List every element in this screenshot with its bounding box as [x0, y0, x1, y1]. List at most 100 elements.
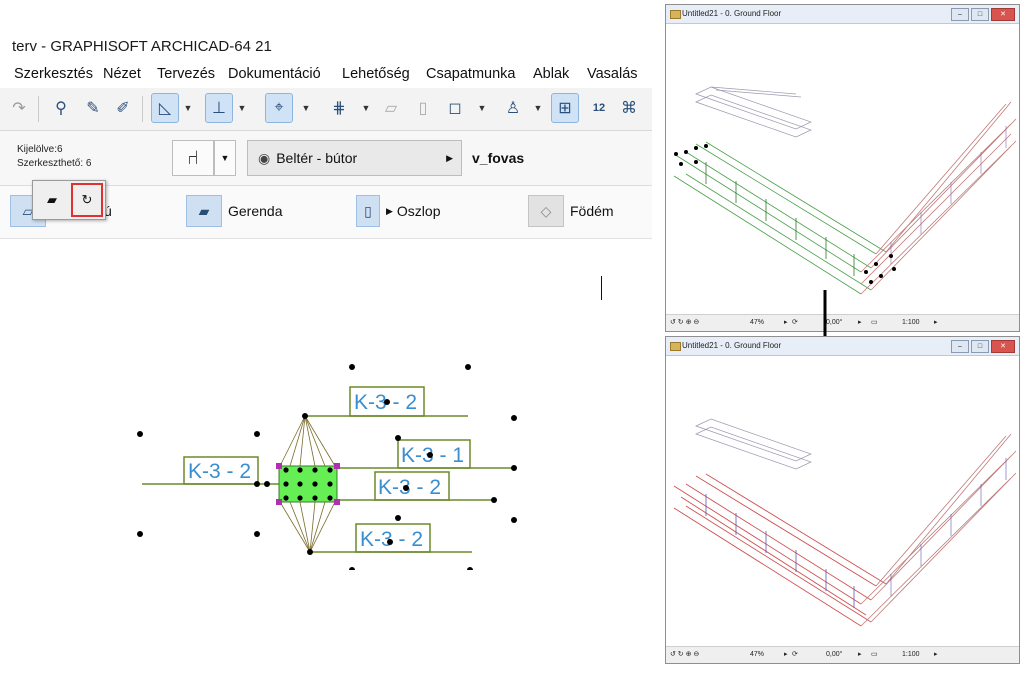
- scale-value[interactable]: 1:100: [902, 647, 920, 663]
- text-cursor: [601, 276, 602, 300]
- plane-icon[interactable]: ▱: [378, 94, 404, 122]
- chevron-down-icon[interactable]: ▼: [532, 94, 544, 122]
- archicad-window: terv - GRAPHISOFT ARCHICAD-64 21 Szerkes…: [0, 0, 652, 240]
- menu-bar: Szerkesztés Nézet Tervezés Dokumentáció …: [0, 64, 652, 88]
- beam-icon: ▰: [186, 195, 222, 227]
- chevron-down-icon[interactable]: ▼: [360, 94, 372, 122]
- editable-count: Szerkeszthető: 6: [17, 158, 92, 169]
- guide-lines-icon[interactable]: ◺: [151, 93, 179, 123]
- menu-teamwork[interactable]: Csapatmunka: [426, 66, 515, 82]
- object-settings-button[interactable]: ⑁: [172, 140, 214, 176]
- 3d-window-title: Untitled21 - 0. Ground Floor: [682, 341, 782, 350]
- rebar-layout-icon[interactable]: ⊞: [551, 93, 579, 123]
- redo-icon[interactable]: ↷: [6, 94, 32, 122]
- layer-select-value: Beltér - bútor: [276, 150, 358, 166]
- inject-parameters-icon[interactable]: ✐: [110, 94, 136, 122]
- maximize-button[interactable]: □: [971, 8, 989, 21]
- rebar-label[interactable]: K-3 - 2: [188, 460, 251, 483]
- 3d-window-after: Untitled21 - 0. Ground Floor ‒ □ ✕ ↺ ↻ ⊕…: [665, 336, 1020, 664]
- 3d-status-bar: ↺ ↻ ⊕ ⊖ 47% ▸ ⟳ 0,00° ▸ ▭ 1:100 ▸: [666, 646, 1019, 663]
- dimension-icon[interactable]: 12: [584, 94, 614, 122]
- chevron-right-icon[interactable]: ▸: [858, 647, 862, 663]
- maximize-button[interactable]: □: [971, 340, 989, 353]
- scale-icon[interactable]: ▭: [871, 315, 878, 331]
- tool-beam[interactable]: ▰ Gerenda: [186, 195, 283, 227]
- floor-plan-drawing: K-3 - 2 K-3 - 2 K-3 - 1 K-3 - 2 K-3 - 2: [137, 364, 517, 570]
- pick-up-parameters-icon[interactable]: ✎: [80, 94, 106, 122]
- chevron-right-icon[interactable]: ▸: [784, 647, 788, 663]
- chevron-right-icon: ▶: [386, 205, 393, 216]
- 3d-window-titlebar: Untitled21 - 0. Ground Floor ‒ □ ✕: [666, 337, 1019, 356]
- menu-documentation[interactable]: Dokumentáció: [228, 66, 321, 82]
- eye-icon: ◉: [258, 149, 271, 166]
- node-icon[interactable]: ⌘: [616, 94, 642, 122]
- zoom-level[interactable]: 47%: [750, 315, 764, 331]
- tool-label: Födém: [570, 203, 614, 219]
- 3d-status-bar: ↺ ↻ ⊕ ⊖ 47% ▸ ⟳ 0,00° ▸ ▭ 1:100 ▸: [666, 314, 1019, 331]
- rebar-label[interactable]: K-3 - 2: [378, 476, 441, 499]
- 3d-viewport[interactable]: [666, 356, 1019, 647]
- tool-label: Oszlop: [396, 203, 441, 219]
- layer-select[interactable]: ◉ Beltér - bútor ▶: [247, 140, 462, 176]
- chevron-right-icon[interactable]: ▸: [934, 647, 938, 663]
- rebar-cage-3d-model: [673, 418, 1017, 627]
- window-title: terv - GRAPHISOFT ARCHICAD-64 21: [12, 38, 272, 55]
- menu-edit[interactable]: Szerkesztés: [14, 66, 93, 82]
- chevron-down-icon[interactable]: ▼: [182, 94, 194, 122]
- xy-input-icon[interactable]: ⌖: [265, 93, 293, 123]
- info-box: Kijelölve:6 Szerkeszthető: 6 ⑁ ▼ ◉ Belté…: [0, 131, 652, 186]
- rebar-cage-3d-model: [673, 86, 1017, 295]
- 3d-window-before: Untitled21 - 0. Ground Floor ‒ □ ✕ ↺ ↻ ⊕…: [665, 4, 1020, 332]
- vertical-plane-icon[interactable]: ▯: [410, 94, 436, 122]
- tool-flyout: ▰ ↻: [32, 180, 106, 220]
- column-icon: ▯: [356, 195, 380, 227]
- orbit-icon[interactable]: ⟳: [792, 647, 798, 663]
- menu-design[interactable]: Tervezés: [157, 66, 215, 82]
- tool-column[interactable]: ▯ ▶ Oszlop: [356, 195, 441, 227]
- chevron-down-icon[interactable]: ▼: [476, 94, 488, 122]
- folder-icon: [670, 10, 681, 19]
- menu-window[interactable]: Ablak: [533, 66, 569, 82]
- straight-beam-icon[interactable]: ▰: [38, 187, 66, 213]
- zoom-level[interactable]: 47%: [750, 647, 764, 663]
- slab-icon: ◇: [528, 195, 564, 227]
- chevron-down-icon[interactable]: ▼: [214, 140, 236, 176]
- minimize-button[interactable]: ‒: [951, 340, 969, 353]
- navigation-icons[interactable]: ↺ ↻ ⊕ ⊖: [670, 647, 699, 663]
- standard-toolbar: ↷ ⚲ ✎ ✐ ◺ ▼ ⊥ ▼ ⌖ ▼ ⋕ ▼ ▱ ▯ ◻ ▼ ♙ ▼ ⊞ 12…: [0, 88, 652, 131]
- toolbar-separator: [142, 96, 143, 122]
- 3d-viewport[interactable]: [666, 24, 1019, 315]
- toolbar-separator: [38, 96, 39, 122]
- close-button[interactable]: ✕: [991, 8, 1015, 21]
- 3d-window-title: Untitled21 - 0. Ground Floor: [682, 9, 782, 18]
- navigation-icons[interactable]: ↺ ↻ ⊕ ⊖: [670, 315, 699, 331]
- menu-rebar[interactable]: Vasalás: [587, 66, 638, 82]
- element-id: v_fovas: [472, 150, 525, 166]
- chevron-down-icon[interactable]: ▼: [300, 94, 312, 122]
- chevron-down-icon[interactable]: ▼: [236, 94, 248, 122]
- 3d-window-titlebar: Untitled21 - 0. Ground Floor ‒ □ ✕: [666, 5, 1019, 24]
- rotation-angle[interactable]: 0,00°: [826, 647, 842, 663]
- scale-value[interactable]: 1:100: [902, 315, 920, 331]
- close-button[interactable]: ✕: [991, 340, 1015, 353]
- tool-label: Gerenda: [228, 203, 283, 219]
- selection-info: Kijelölve:6 Szerkeszthető: 6: [17, 143, 91, 171]
- find-select-icon[interactable]: ⚲: [48, 94, 74, 122]
- chevron-right-icon: ▶: [446, 152, 453, 163]
- scale-icon[interactable]: ▭: [871, 647, 878, 663]
- snap-guides-icon[interactable]: ⊥: [205, 93, 233, 123]
- frame-icon[interactable]: ◻: [442, 94, 468, 122]
- orbit-icon[interactable]: ⟳: [792, 315, 798, 331]
- minimize-button[interactable]: ‒: [951, 8, 969, 21]
- chevron-right-icon[interactable]: ▸: [858, 315, 862, 331]
- tool-slab[interactable]: ◇ Födém: [528, 195, 614, 227]
- folder-icon: [670, 342, 681, 351]
- curved-beam-icon[interactable]: ↻: [71, 183, 103, 217]
- chevron-right-icon[interactable]: ▸: [784, 315, 788, 331]
- menu-view[interactable]: Nézet: [103, 66, 141, 82]
- selected-count: Kijelölve:6: [17, 144, 63, 155]
- grid-snap-icon[interactable]: ⋕: [326, 94, 352, 122]
- figure-icon[interactable]: ♙: [500, 94, 526, 122]
- chevron-right-icon[interactable]: ▸: [934, 315, 938, 331]
- menu-options[interactable]: Lehetőség: [342, 66, 410, 82]
